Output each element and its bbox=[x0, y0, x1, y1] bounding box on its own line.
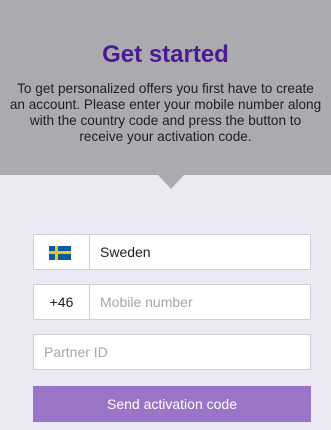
country-code[interactable]: +46 bbox=[34, 285, 89, 319]
country-name: Sweden bbox=[100, 244, 151, 260]
send-activation-code-button[interactable]: Send activation code bbox=[33, 386, 311, 422]
field-divider bbox=[89, 235, 90, 269]
sweden-flag-icon bbox=[49, 246, 71, 260]
partner-id-input[interactable]: Partner ID bbox=[44, 335, 108, 369]
partner-id-field[interactable]: Partner ID bbox=[33, 334, 311, 370]
header-panel: Get started To get personalized offers y… bbox=[0, 0, 331, 175]
country-selector[interactable]: Sweden bbox=[33, 234, 311, 270]
page-title: Get started bbox=[102, 41, 229, 68]
page-description: To get personalized offers you first hav… bbox=[9, 81, 322, 144]
mobile-number-input[interactable]: Mobile number bbox=[100, 285, 193, 319]
field-divider bbox=[89, 285, 90, 319]
mobile-number-field: +46 Mobile number bbox=[33, 284, 311, 320]
header-pointer-arrow bbox=[158, 175, 184, 189]
